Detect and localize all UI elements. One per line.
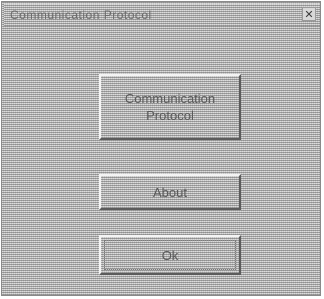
ok-button[interactable]: Ok xyxy=(99,235,241,275)
title-bar[interactable]: Communication Protocol ✕ xyxy=(4,4,320,26)
about-button[interactable]: About xyxy=(99,174,241,210)
ok-label: Ok xyxy=(161,247,179,263)
communication-protocol-label: Communication Protocol xyxy=(124,91,216,123)
close-icon: ✕ xyxy=(304,9,314,21)
communication-protocol-button[interactable]: Communication Protocol xyxy=(99,74,241,140)
close-button[interactable]: ✕ xyxy=(302,7,316,21)
window-title: Communication Protocol xyxy=(10,8,152,22)
about-label: About xyxy=(153,184,187,200)
dialog-client-area: Communication Protocol About Ok xyxy=(4,27,320,295)
dialog-window: Communication Protocol ✕ Communication P… xyxy=(1,1,321,296)
